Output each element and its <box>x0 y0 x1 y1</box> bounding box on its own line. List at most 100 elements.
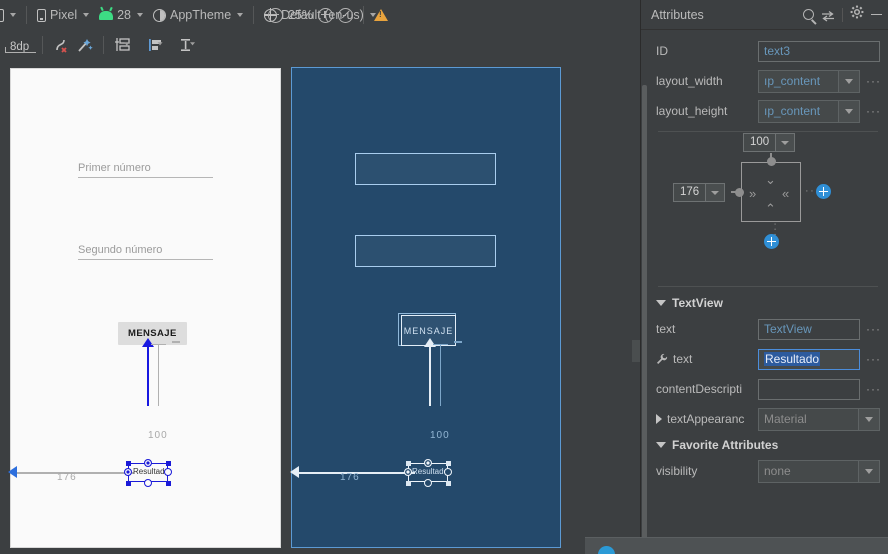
constraint-anchor-top[interactable] <box>424 459 432 467</box>
chevron-double-left-icon[interactable]: « <box>782 187 789 200</box>
attr-row-text-appearance[interactable]: textAppearanc Material <box>648 404 888 434</box>
attr-row-text-design[interactable]: text Resultado ··· <box>648 344 888 374</box>
align-icon[interactable] <box>143 34 173 56</box>
zoom-in-icon[interactable] <box>318 7 333 23</box>
add-bottom-constraint-button[interactable] <box>764 234 779 249</box>
resize-handle-tr[interactable] <box>446 461 451 466</box>
design-surface[interactable]: Primer número Segundo número MENSAJE 100… <box>0 60 640 554</box>
constraint-anchor-top[interactable] <box>144 459 152 467</box>
chevron-down-icon[interactable] <box>858 407 880 431</box>
blueprint-textview-resultado[interactable]: Resultado <box>412 467 448 476</box>
text-field[interactable]: TextView <box>758 318 860 340</box>
constraint-anchor-bottom[interactable] <box>424 479 432 487</box>
resize-handle-br[interactable] <box>446 481 451 486</box>
content-description-field[interactable] <box>758 378 860 400</box>
constraint-anchor-bottom[interactable] <box>144 479 152 487</box>
text-more-button[interactable]: ··· <box>866 322 880 336</box>
chevron-down-icon[interactable] <box>706 183 726 202</box>
chevron-down-icon[interactable] <box>656 442 666 448</box>
api-level-dropdown[interactable]: 28 <box>94 3 148 27</box>
constraint-anchor-left[interactable] <box>735 187 744 197</box>
android-icon <box>99 10 114 20</box>
chevron-down-icon[interactable] <box>858 459 880 483</box>
constraint-value-vertical: 100 <box>430 430 450 441</box>
guidelines-icon[interactable] <box>111 34 141 56</box>
pack-icon[interactable] <box>175 34 205 56</box>
chevron-down-icon[interactable] <box>838 99 860 123</box>
constraint-line-vertical <box>429 344 431 406</box>
constraint-anchor-right[interactable] <box>444 468 452 476</box>
warning-icon[interactable] <box>374 9 388 21</box>
constraint-widget[interactable]: 100 ⌄ ⌃ » « 176 ··· ··· <box>648 133 888 290</box>
device-dropdown[interactable]: Pixel <box>32 3 94 27</box>
section-textview-header[interactable]: TextView <box>648 292 888 314</box>
layout-height-more-button[interactable]: ··· <box>866 104 880 118</box>
edittext-segundo-numero[interactable]: Segundo número <box>78 244 213 260</box>
attr-row-layout-height[interactable]: layout_height ıp_content ··· <box>648 96 888 126</box>
constraint-anchor-left[interactable] <box>404 468 412 476</box>
sort-swap-icon[interactable] <box>821 9 835 22</box>
constraint-anchor-right[interactable] <box>164 468 172 476</box>
gear-icon[interactable] <box>850 5 864 24</box>
scrollbar-thumb[interactable] <box>642 85 647 540</box>
zoom-fit-icon[interactable] <box>338 7 353 23</box>
palette-collapse-handle[interactable] <box>632 340 640 362</box>
blueprint-edittext-primer[interactable] <box>355 153 496 185</box>
attr-row-content-description[interactable]: contentDescripti ··· <box>648 374 888 404</box>
attr-row-text[interactable]: text TextView ··· <box>648 314 888 344</box>
constraint-anchor-left[interactable] <box>124 468 132 476</box>
theme-dropdown[interactable]: AppTheme <box>148 3 248 27</box>
chevron-double-down-icon[interactable]: ⌄ <box>765 173 776 186</box>
chevron-down-icon[interactable] <box>656 300 666 306</box>
attributes-scrollbar[interactable] <box>641 30 648 554</box>
resize-handle-br[interactable] <box>166 481 171 486</box>
phone-icon <box>37 8 46 22</box>
attr-label-text-design: text <box>673 352 693 366</box>
chevron-down-icon <box>10 13 16 17</box>
toolbar-divider <box>363 6 364 24</box>
content-description-more-button[interactable]: ··· <box>866 382 880 396</box>
chevron-down-icon[interactable] <box>838 69 860 93</box>
layout-height-combo[interactable]: ıp_content <box>758 99 860 123</box>
constraint-top-margin-spinner[interactable]: 100 <box>743 133 796 152</box>
text-design-field[interactable]: Resultado <box>758 348 860 370</box>
resize-handle-tl[interactable] <box>406 461 411 466</box>
resize-handle-tl[interactable] <box>126 461 131 466</box>
constraint-value-vertical: 100 <box>148 430 168 441</box>
chevron-down-icon[interactable] <box>776 133 796 152</box>
bottom-notification-popup[interactable] <box>585 537 888 554</box>
text-appearance-combo[interactable]: Material <box>758 407 880 431</box>
attr-row-layout-width[interactable]: layout_width ıp_content ··· <box>648 66 888 96</box>
resize-handle-bl[interactable] <box>406 481 411 486</box>
theme-icon <box>153 8 166 22</box>
layout-width-combo[interactable]: ıp_content <box>758 69 860 93</box>
layout-width-more-button[interactable]: ··· <box>866 74 880 88</box>
constraint-arrow-left <box>290 466 299 478</box>
search-icon[interactable] <box>803 9 814 20</box>
chevron-double-right-icon[interactable]: » <box>749 187 756 200</box>
text-design-more-button[interactable]: ··· <box>866 352 880 366</box>
toolbar-divider <box>103 36 105 54</box>
attributes-header: Attributes <box>641 0 888 30</box>
zoom-out-icon[interactable] <box>267 7 283 23</box>
surface-mode-dropdown[interactable] <box>0 3 21 27</box>
constraint-anchor-top[interactable] <box>766 157 776 166</box>
attr-row-id[interactable]: ID text3 <box>648 36 888 66</box>
add-right-constraint-button[interactable] <box>816 184 831 199</box>
resize-handle-bl[interactable] <box>126 481 131 486</box>
blueprint-edittext-segundo[interactable] <box>355 235 496 267</box>
attr-row-visibility[interactable]: visibility none <box>648 456 888 486</box>
resize-handle-tr[interactable] <box>166 461 171 466</box>
infer-constraints-icon[interactable] <box>74 34 96 56</box>
constraint-left-margin-spinner[interactable]: 176 <box>673 183 726 202</box>
id-field[interactable]: text3 <box>758 40 880 62</box>
edittext-primer-numero[interactable]: Primer número <box>78 162 213 178</box>
clear-constraints-icon[interactable] <box>50 34 72 56</box>
constraint-arrow-up <box>424 338 436 347</box>
visibility-combo[interactable]: none <box>758 459 880 483</box>
chevron-up-icon[interactable]: ⌃ <box>765 202 776 215</box>
minimize-icon[interactable] <box>871 13 882 16</box>
default-margin-button[interactable]: 8dp <box>4 36 37 54</box>
section-favorite-attributes-header[interactable]: Favorite Attributes <box>648 434 888 456</box>
chevron-right-icon[interactable] <box>656 414 662 424</box>
